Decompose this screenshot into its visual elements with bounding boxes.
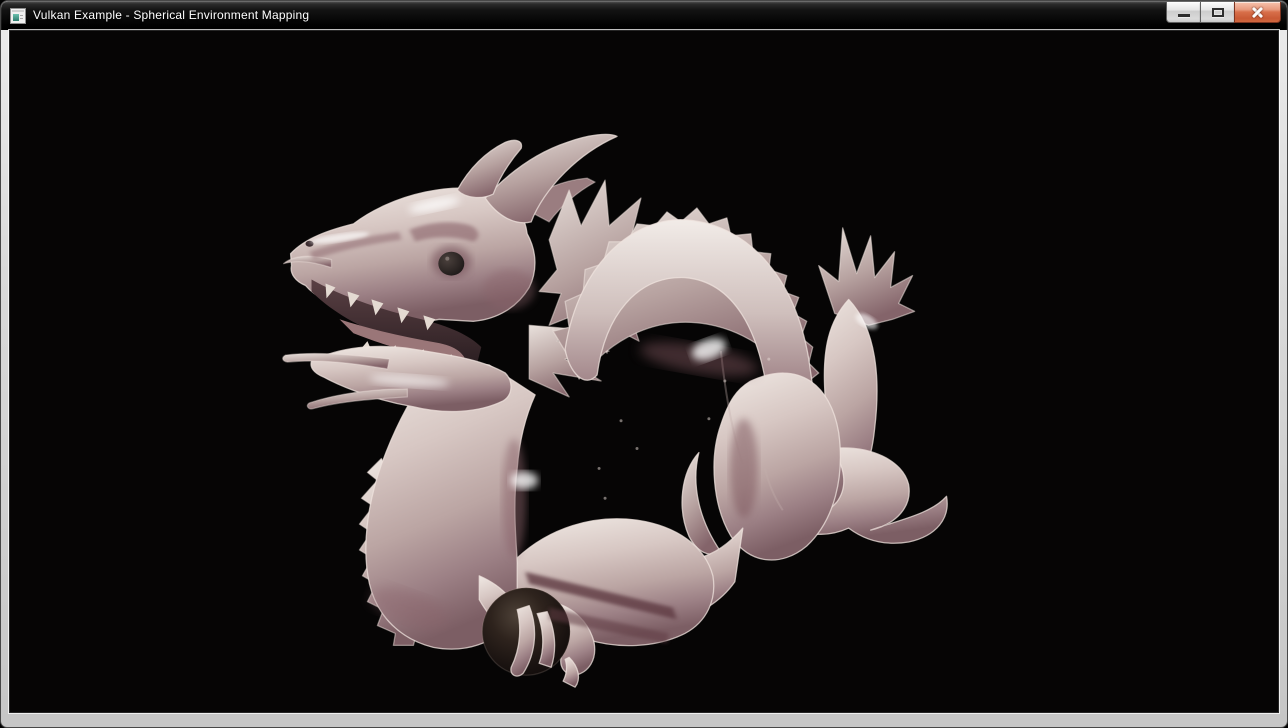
app-icon-teal-pane <box>13 14 19 21</box>
render-viewport[interactable] <box>9 30 1279 713</box>
app-icon-line <box>20 18 23 19</box>
app-icon-titlebar <box>12 10 24 12</box>
maximize-icon <box>1212 8 1224 17</box>
dragon-render <box>10 31 1278 712</box>
window-title: Vulkan Example - Spherical Environment M… <box>33 1 309 30</box>
app-icon-line <box>20 15 23 16</box>
close-icon <box>1250 5 1265 20</box>
app-icon[interactable] <box>10 8 26 24</box>
caption-buttons <box>1166 2 1281 23</box>
titlebar[interactable]: Vulkan Example - Spherical Environment M… <box>1 1 1287 30</box>
close-button[interactable] <box>1234 2 1281 23</box>
application-window: Vulkan Example - Spherical Environment M… <box>0 0 1288 728</box>
minimize-button[interactable] <box>1166 2 1201 23</box>
minimize-icon <box>1178 14 1190 17</box>
maximize-button[interactable] <box>1200 2 1235 23</box>
